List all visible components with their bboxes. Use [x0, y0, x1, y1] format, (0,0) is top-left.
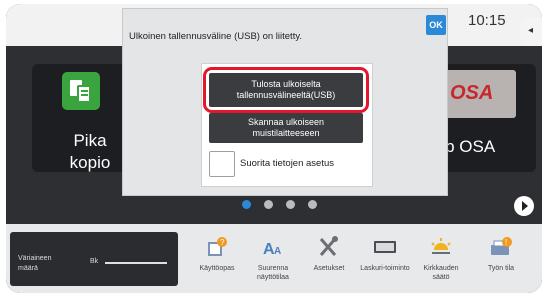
page-indicator: [242, 200, 317, 209]
manual-label: Käyttöopas: [199, 265, 235, 272]
brightness-icon: [429, 236, 453, 258]
counter-shortcut[interactable]: Laskuri-toiminto: [358, 236, 412, 273]
svg-text:A: A: [274, 246, 281, 257]
quick-copy-label: Pika kopio: [69, 131, 111, 172]
page-dot[interactable]: [286, 200, 295, 209]
toner-level-panel[interactable]: Väriaineen määrä Bk: [10, 232, 178, 286]
brightness-shortcut[interactable]: Kirkkauden säätö: [414, 236, 468, 282]
page-dot[interactable]: [264, 200, 273, 209]
counter-icon: [373, 236, 397, 258]
page-dot[interactable]: [242, 200, 251, 209]
print-from-usb-button[interactable]: Tulosta ulkoiselta tallennusvälineeltä(U…: [209, 73, 363, 107]
counter-label: Laskuri-toiminto: [360, 265, 410, 272]
next-page-button[interactable]: [514, 196, 534, 216]
toner-label: Väriaineen määrä: [18, 255, 52, 272]
job-status-icon: !: [489, 236, 513, 258]
side-panel-arrow-icon: ◂: [528, 25, 534, 36]
enlarge-display-shortcut[interactable]: A A Suurenna näyttötilaa: [246, 236, 300, 282]
settings-checkbox-label: Suorita tietojen asetus: [240, 158, 335, 169]
tools-icon: [317, 236, 341, 258]
enlarge-display-label: Suurenna näyttötilaa: [257, 265, 289, 281]
book-help-icon: ?: [205, 236, 229, 258]
touch-panel-screen: 10:15 ◂ Pika kopio OSA arp OSA Väriainee…: [6, 4, 542, 293]
toner-color-label: Bk: [90, 258, 99, 265]
text-enlarge-icon: A A: [261, 236, 285, 258]
job-status-shortcut[interactable]: ! Työn tila: [474, 236, 528, 273]
osa-logo: OSA: [440, 70, 516, 118]
ok-button[interactable]: OK: [426, 15, 446, 35]
clock: 10:15: [468, 12, 506, 29]
settings-label: Asetukset: [313, 265, 345, 272]
toner-level-bar: [105, 262, 167, 264]
settings-checkbox[interactable]: [209, 151, 235, 177]
settings-shortcut[interactable]: Asetukset: [302, 236, 356, 273]
svg-text:?: ?: [220, 238, 225, 247]
bottom-toolbar: Väriaineen määrä Bk ? Käyttöopas A A Suu…: [6, 224, 542, 293]
manual-shortcut[interactable]: ? Käyttöopas: [190, 236, 244, 273]
page-dot[interactable]: [308, 200, 317, 209]
dialog-message: Ulkoinen tallennusväline (USB) on liitet…: [129, 31, 303, 42]
side-panel-tab[interactable]: ◂: [520, 18, 542, 46]
usb-connected-dialog: Ulkoinen tallennusväline (USB) on liitet…: [122, 8, 448, 196]
copy-icon: [62, 72, 100, 110]
job-status-label: Työn tila: [487, 265, 515, 272]
svg-text:!: !: [505, 238, 507, 247]
brightness-label: Kirkkauden säätö: [423, 265, 459, 281]
scan-to-usb-button[interactable]: Skannaa ulkoiseen muistilaitteeseen: [209, 113, 363, 143]
